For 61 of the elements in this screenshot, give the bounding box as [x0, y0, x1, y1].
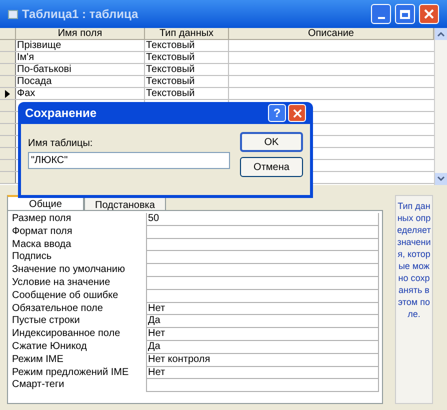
field-label: Имя таблицы:	[28, 137, 94, 151]
help-button[interactable]: ?	[268, 104, 286, 122]
table-cell: Прізвище	[16, 40, 145, 51]
table-icon	[8, 10, 18, 18]
scrollbar[interactable]	[434, 28, 447, 185]
current-row-icon	[5, 90, 10, 98]
property-label: Режим IME	[12, 354, 64, 367]
close-button[interactable]	[288, 104, 306, 122]
table-cell: Текстовый	[145, 88, 229, 99]
property-field[interactable]	[146, 290, 379, 303]
column-header[interactable]: Тип данных	[145, 28, 229, 39]
table-cell: По-батькові	[16, 64, 145, 75]
property-label: Формат поля	[12, 226, 74, 239]
table-cell: Текстовый	[145, 40, 229, 51]
property-field[interactable]: Нет	[146, 328, 379, 341]
scroll-down-icon[interactable]	[435, 173, 447, 185]
property-field[interactable]	[146, 226, 379, 239]
help-text: Тип данных определяет значения, которые можно сохранять в этом поле.	[396, 200, 432, 320]
property-label: Индексированное поле	[12, 328, 122, 341]
table-cell: Фах	[16, 88, 145, 99]
column-header[interactable]: Имя поля	[16, 28, 145, 39]
property-label: Сжатие Юникод	[12, 340, 88, 354]
property-field[interactable]: 50	[146, 213, 379, 226]
window-title: Таблица1 : таблица	[22, 6, 138, 23]
dialog-button[interactable]: OK	[240, 132, 303, 152]
table-cell: Текстовый	[145, 52, 229, 63]
property-field[interactable]: Нет	[146, 302, 379, 316]
property-field[interactable]	[146, 251, 379, 264]
property-field[interactable]: Нет контроля	[146, 354, 379, 367]
property-label: Значение по умолчанию	[12, 264, 126, 277]
property-field[interactable]	[146, 238, 379, 252]
property-field[interactable]	[146, 264, 379, 277]
table-cell: Текстовый	[145, 76, 229, 87]
property-label: Смарт-теги	[12, 379, 66, 392]
table-cell: Текстовый	[145, 64, 229, 75]
property-field[interactable]: Да	[146, 340, 379, 354]
table-cell: Посада	[16, 76, 145, 87]
close-button[interactable]	[419, 4, 439, 24]
close-icon	[292, 108, 302, 118]
property-label: Маска ввода	[12, 238, 72, 252]
property-field[interactable]: Нет	[146, 366, 379, 380]
property-label: Условие на значение	[12, 276, 112, 290]
property-label: Размер поля	[12, 213, 72, 226]
property-label: Сообщение об ошибке	[12, 290, 120, 303]
property-field[interactable]: Да	[146, 315, 379, 328]
dialog-title: Сохранение	[25, 105, 98, 122]
property-field[interactable]	[146, 276, 379, 290]
table-name-field[interactable]: "ЛЮКС"	[28, 152, 230, 169]
tab[interactable]: Подстановка	[84, 197, 166, 210]
dialog-button[interactable]: Отмена	[240, 157, 303, 177]
row-selector[interactable]	[0, 88, 16, 99]
minimize-button[interactable]	[371, 4, 391, 24]
scroll-up-icon[interactable]	[435, 28, 447, 40]
property-label: Обязательное поле	[12, 302, 104, 316]
table-cell: Ім'я	[16, 52, 145, 63]
property-field[interactable]	[146, 379, 379, 392]
maximize-button[interactable]	[395, 4, 415, 24]
property-label: Пустые строки	[12, 315, 81, 328]
property-label: Режим предложений IME	[12, 366, 130, 380]
close-icon	[424, 9, 434, 19]
property-label: Подпись	[12, 251, 53, 264]
